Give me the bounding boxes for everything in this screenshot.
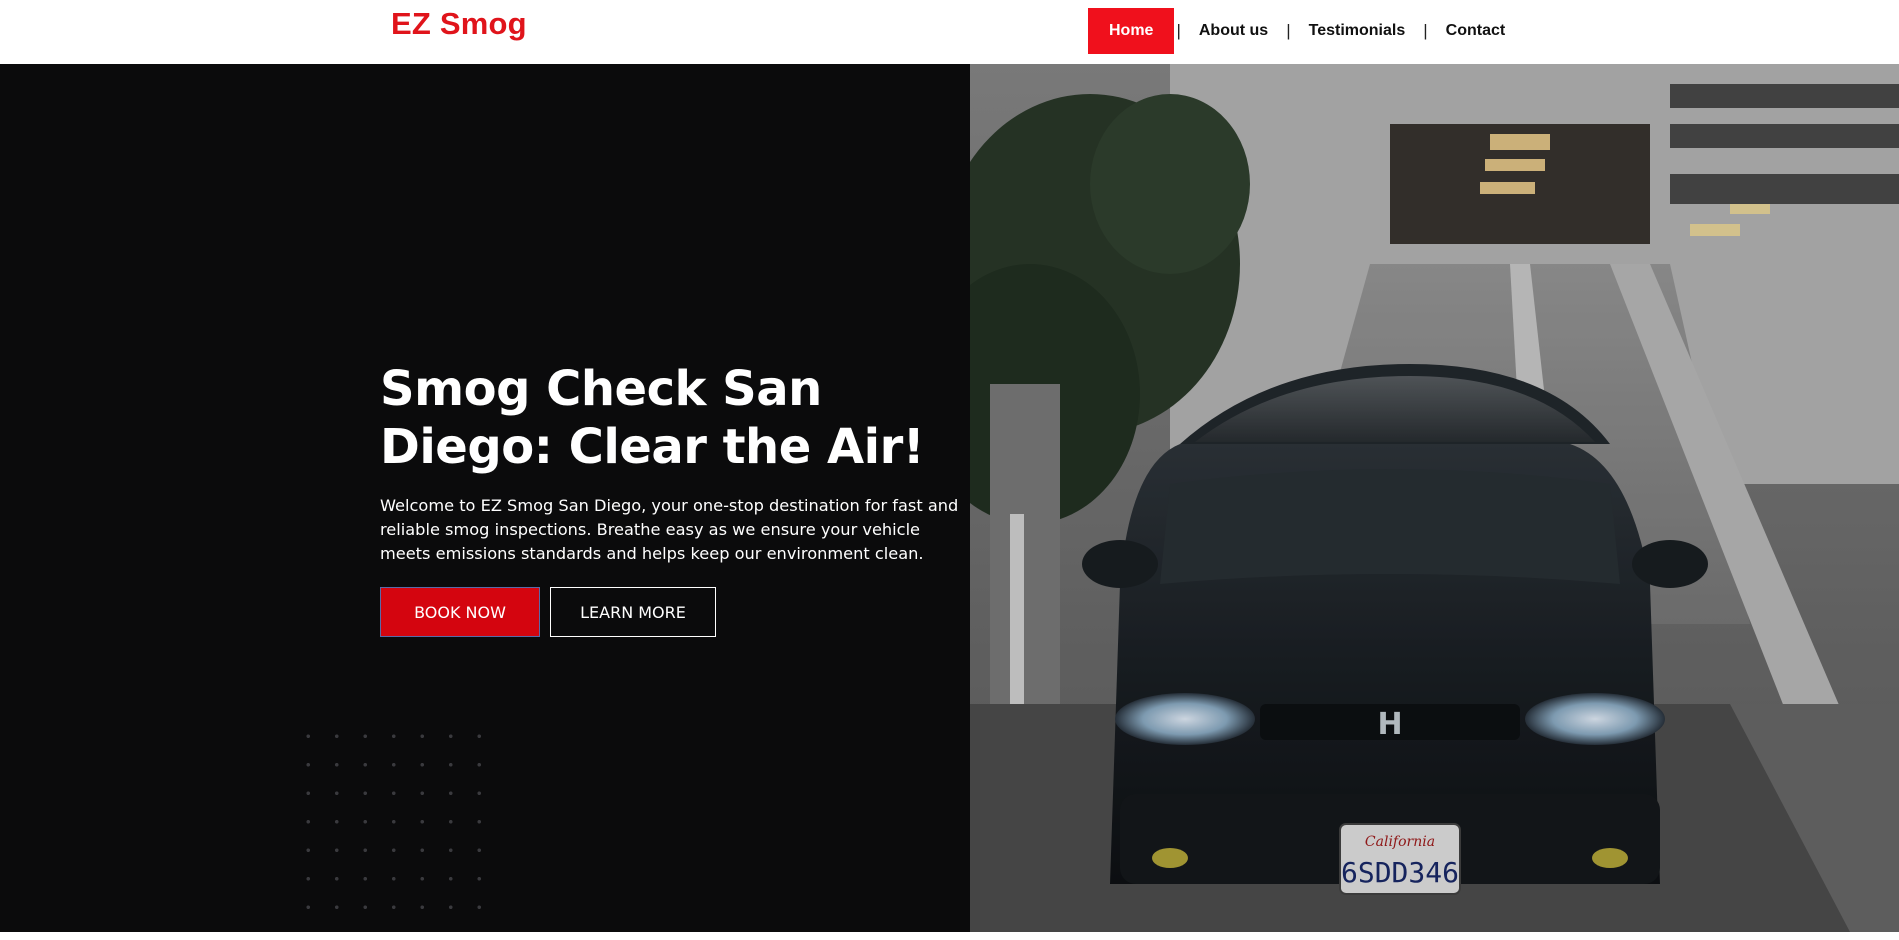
main-nav: Home | About us | Testimonials | Contact: [1088, 8, 1505, 54]
site-logo[interactable]: EZ Smog: [391, 6, 527, 42]
hero-title-line: Smog Check San: [380, 361, 822, 417]
hero-intro: Welcome to EZ Smog San Diego, your one-s…: [380, 494, 960, 566]
nav-contact[interactable]: Contact: [1446, 22, 1506, 40]
nav-home[interactable]: Home: [1088, 8, 1175, 54]
book-now-button[interactable]: BOOK NOW: [380, 587, 540, 637]
hero-title: Smog Check San Diego: Clear the Air!: [380, 360, 940, 476]
car-photo-icon: H California 6SDD346: [970, 64, 1899, 932]
nav-separator: |: [1423, 21, 1428, 40]
site-header: EZ Smog Home | About us | Testimonials |…: [0, 0, 1899, 64]
nav-testimonials[interactable]: Testimonials: [1309, 22, 1406, 40]
hero-image: H California 6SDD346: [970, 64, 1899, 932]
hero-intro-line: reliable smog inspections. Breathe easy …: [380, 520, 921, 539]
nav-separator: |: [1176, 21, 1181, 40]
hero-intro-line: Welcome to EZ Smog San Diego, your one-s…: [380, 496, 959, 515]
dot-pattern-decoration: [294, 722, 504, 928]
nav-about[interactable]: About us: [1199, 22, 1268, 40]
nav-separator: |: [1286, 21, 1291, 40]
learn-more-button[interactable]: LEARN MORE: [550, 587, 716, 637]
hero-intro-line: meets emissions standards and helps keep…: [380, 544, 924, 563]
section-divider: [0, 932, 1899, 940]
hero-title-line: Diego: Clear the Air!: [380, 419, 925, 475]
